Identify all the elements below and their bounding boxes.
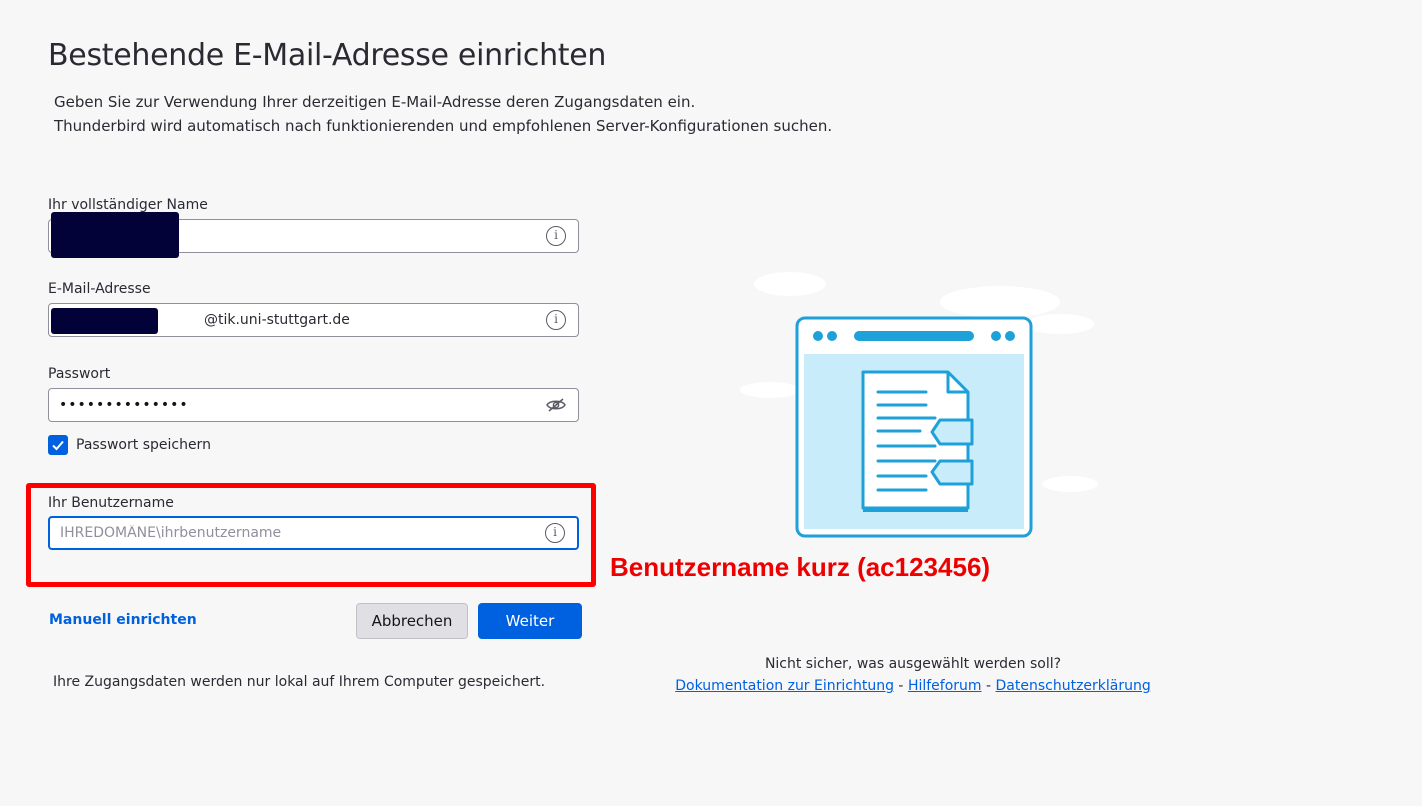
redaction-block: [51, 212, 179, 258]
cancel-button[interactable]: Abbrechen: [356, 603, 468, 639]
intro-text: Geben Sie zur Verwendung Ihrer derzeitig…: [54, 90, 832, 138]
manual-setup-link[interactable]: Manuell einrichten: [49, 612, 197, 628]
name-label: Ihr vollständiger Name: [48, 197, 208, 213]
intro-line-2: Thunderbird wird automatisch nach funkti…: [54, 117, 833, 135]
page-title: Bestehende E-Mail-Adresse einrichten: [48, 38, 607, 73]
link-separator: -: [986, 678, 992, 694]
documentation-link[interactable]: Dokumentation zur Einrichtung: [675, 678, 894, 694]
next-button[interactable]: Weiter: [478, 603, 582, 639]
help-forum-link[interactable]: Hilfeforum: [908, 678, 982, 694]
setup-illustration: [740, 272, 1098, 538]
help-links: Dokumentation zur Einrichtung - Hilfefor…: [640, 675, 1186, 697]
privacy-link[interactable]: Datenschutzerklärung: [996, 678, 1151, 694]
document-icon: [861, 370, 974, 512]
link-separator: -: [898, 678, 904, 694]
username-input[interactable]: [50, 518, 577, 548]
username-label: Ihr Benutzername: [48, 495, 174, 511]
password-label: Passwort: [48, 366, 111, 382]
redaction-block: [51, 308, 158, 334]
info-icon[interactable]: i: [546, 226, 566, 246]
email-label: E-Mail-Adresse: [48, 281, 151, 297]
email-domain: @tik.uni-stuttgart.de: [204, 312, 350, 328]
hide-password-icon[interactable]: [546, 398, 566, 412]
password-value: ••••••••••••••: [59, 397, 189, 413]
password-field[interactable]: ••••••••••••••: [48, 388, 579, 422]
intro-line-1: Geben Sie zur Verwendung Ihrer derzeitig…: [54, 93, 696, 111]
remember-password-checkbox[interactable]: [48, 435, 68, 455]
help-section: Nicht sicher, was ausgewählt werden soll…: [640, 653, 1186, 697]
info-icon[interactable]: i: [545, 523, 565, 543]
local-storage-note: Ihre Zugangsdaten werden nur lokal auf I…: [53, 674, 546, 690]
info-icon[interactable]: i: [546, 310, 566, 330]
remember-password-label: Passwort speichern: [76, 437, 211, 453]
help-question: Nicht sicher, was ausgewählt werden soll…: [764, 656, 1062, 672]
username-field[interactable]: i: [48, 516, 579, 550]
checkmark-icon: [52, 440, 64, 451]
